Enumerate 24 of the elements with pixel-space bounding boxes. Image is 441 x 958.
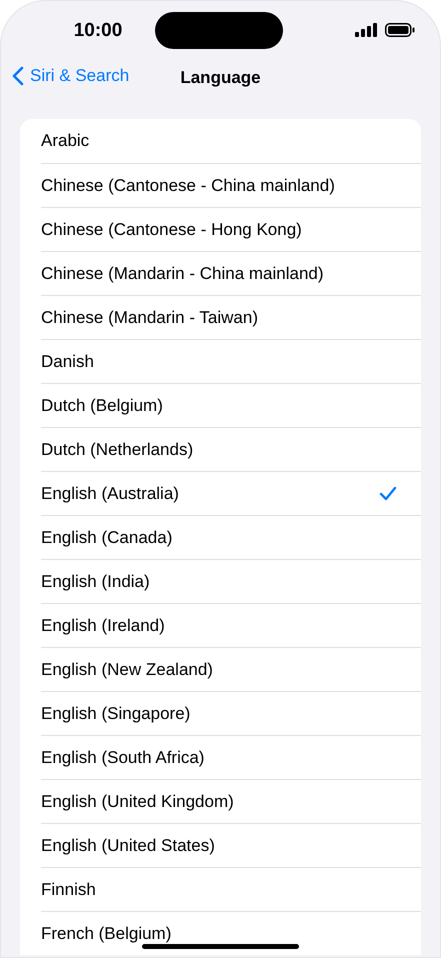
battery-icon bbox=[385, 23, 415, 37]
language-row[interactable]: English (South Africa) bbox=[41, 735, 421, 779]
back-chevron-icon bbox=[12, 66, 24, 86]
language-row[interactable]: English (Australia) bbox=[41, 471, 421, 515]
language-row[interactable]: English (India) bbox=[41, 559, 421, 603]
language-row[interactable]: Arabic bbox=[41, 119, 421, 163]
language-row[interactable]: Chinese (Cantonese - Hong Kong) bbox=[41, 207, 421, 251]
language-row[interactable]: Dutch (Belgium) bbox=[41, 383, 421, 427]
language-row[interactable]: English (Ireland) bbox=[41, 603, 421, 647]
language-row[interactable]: English (New Zealand) bbox=[41, 647, 421, 691]
back-button[interactable]: Siri & Search bbox=[12, 66, 130, 86]
language-row[interactable]: Chinese (Cantonese - China mainland) bbox=[41, 163, 421, 207]
language-row[interactable]: English (United States) bbox=[41, 823, 421, 867]
language-row[interactable]: Danish bbox=[41, 339, 421, 383]
status-time: 10:00 bbox=[72, 20, 124, 42]
screen-title: Language bbox=[180, 68, 261, 87]
language-row[interactable]: Chinese (Mandarin - China mainland) bbox=[41, 251, 421, 295]
language-row[interactable]: English (United Kingdom) bbox=[41, 779, 421, 823]
language-row[interactable]: Finnish bbox=[41, 867, 421, 911]
language-row[interactable]: Chinese (Mandarin - Taiwan) bbox=[41, 295, 421, 339]
language-row[interactable]: English (Singapore) bbox=[41, 691, 421, 735]
language-row[interactable]: Dutch (Netherlands) bbox=[41, 427, 421, 471]
language-row[interactable]: English (Canada) bbox=[41, 515, 421, 559]
signal-icon bbox=[355, 23, 377, 37]
